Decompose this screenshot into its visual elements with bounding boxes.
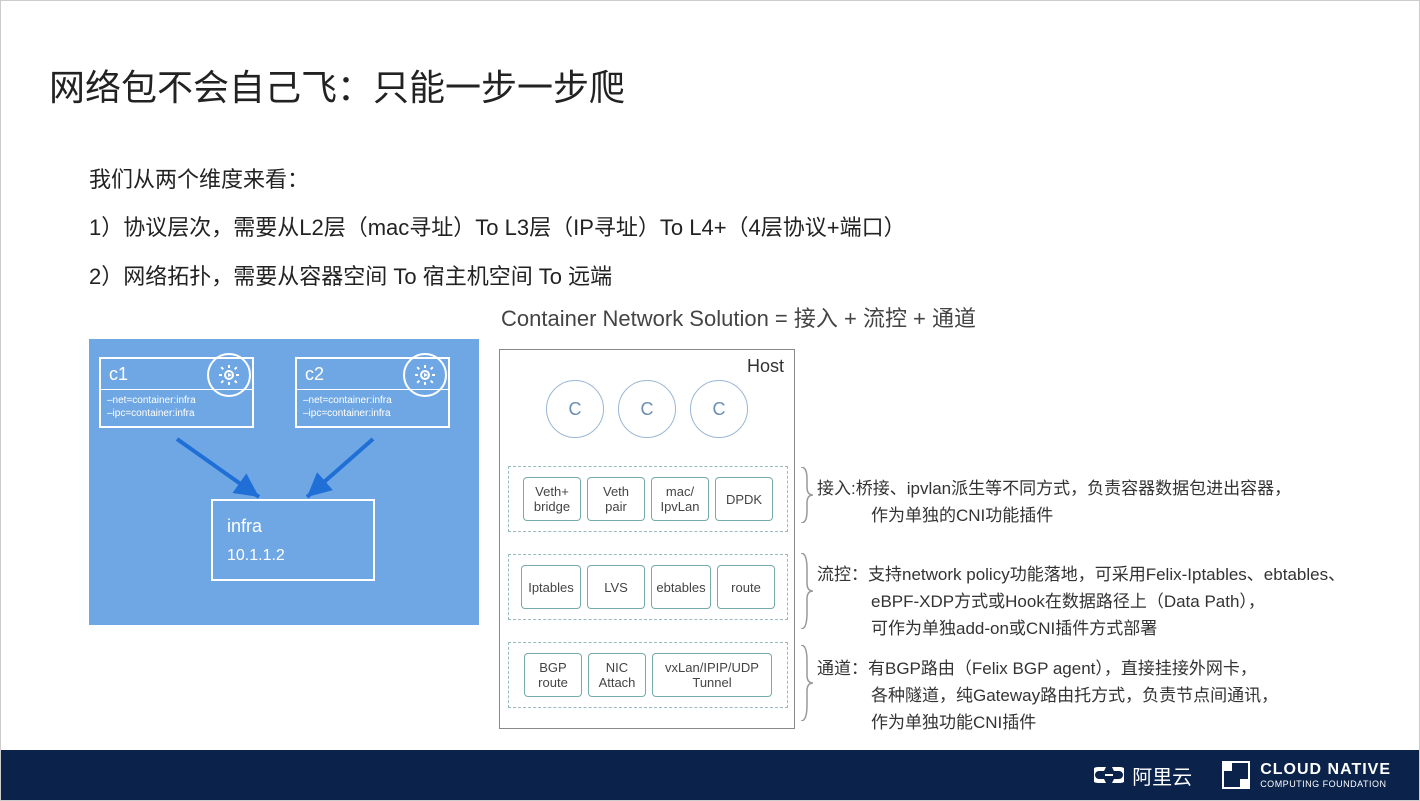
box-veth-pair: Vethpair	[587, 477, 645, 521]
desc-tunnel-l2: 各种隧道，纯Gateway路由托方式，负责节点间通讯，	[817, 682, 1377, 709]
box-mac-ipvlan: mac/IpvLan	[651, 477, 709, 521]
infra-ip: 10.1.1.2	[227, 547, 373, 565]
infra-box: infra 10.1.1.2	[211, 499, 375, 581]
host-diagram: Host C C C Veth+bridge Vethpair mac/IpvL…	[499, 349, 795, 729]
intro-line-0: 我们从两个维度来看：	[89, 156, 906, 204]
infra-label: infra	[227, 516, 373, 537]
desc-access-l2: 作为单独的CNI功能插件	[817, 502, 1377, 529]
box-tunnel: vxLan/IPIP/UDPTunnel	[652, 653, 772, 697]
c1-sub2: –ipc=container:infra	[107, 407, 246, 420]
intro-line-2: 2）网络拓扑，需要从容器空间 To 宿主机空间 To 远端	[89, 253, 906, 301]
brace-icon	[799, 645, 813, 721]
desc-access-l1: 接入:桥接、ipvlan派生等不同方式，负责容器数据包进出容器，	[817, 475, 1377, 502]
aliyun-icon	[1094, 764, 1124, 786]
container-diagram: c1 –net=container:infra –ipc=container:i…	[89, 339, 479, 625]
tunnel-layer: BGProute NICAttach vxLan/IPIP/UDPTunnel	[508, 642, 788, 708]
aliyun-text: 阿里云	[1132, 761, 1192, 790]
c1-label: c1	[109, 364, 128, 385]
gear-icon	[403, 353, 447, 397]
slide: 网络包不会自己飞：只能一步一步爬 我们从两个维度来看： 1）协议层次，需要从L2…	[0, 0, 1420, 801]
cncf-line1: CLOUD NATIVE	[1260, 762, 1391, 778]
box-dpdk: DPDK	[715, 477, 773, 521]
box-nic-attach: NICAttach	[588, 653, 646, 697]
box-iptables: Iptables	[521, 565, 581, 609]
desc-flow: 流控：支持network policy功能落地，可采用Felix-Iptable…	[817, 561, 1377, 643]
slide-title: 网络包不会自己飞：只能一步一步爬	[49, 59, 625, 111]
desc-tunnel-l1: 通道：有BGP路由（Felix BGP agent），直接挂接外网卡，	[817, 655, 1377, 682]
cncf-icon	[1222, 761, 1250, 789]
c2-label: c2	[305, 364, 324, 385]
box-lvs: LVS	[587, 565, 645, 609]
access-layer: Veth+bridge Vethpair mac/IpvLan DPDK	[508, 466, 788, 532]
desc-tunnel: 通道：有BGP路由（Felix BGP agent），直接挂接外网卡， 各种隧道…	[817, 655, 1377, 737]
desc-flow-l1: 流控：支持network policy功能落地，可采用Felix-Iptable…	[817, 561, 1377, 588]
formula-text: Container Network Solution = 接入 + 流控 + 通…	[501, 301, 976, 333]
flow-layer: Iptables LVS ebtables route	[508, 554, 788, 620]
container-circles: C C C	[500, 380, 794, 446]
intro-line-1: 1）协议层次，需要从L2层（mac寻址）To L3层（IP寻址）To L4+（4…	[89, 204, 906, 252]
container-circle: C	[546, 380, 604, 438]
host-label: Host	[747, 356, 784, 377]
desc-tunnel-l3: 作为单独功能CNI插件	[817, 709, 1377, 736]
brace-icon	[799, 553, 813, 629]
c2-sub2: –ipc=container:infra	[303, 407, 442, 420]
aliyun-logo: 阿里云	[1094, 761, 1192, 790]
cncf-text: CLOUD NATIVE COMPUTING FOUNDATION	[1260, 762, 1391, 789]
container-circle: C	[690, 380, 748, 438]
box-bgp-route: BGProute	[524, 653, 582, 697]
box-ebtables: ebtables	[651, 565, 711, 609]
box-route: route	[717, 565, 775, 609]
gear-icon	[207, 353, 251, 397]
desc-flow-l2: eBPF-XDP方式或Hook在数据路径上（Data Path），	[817, 588, 1377, 615]
brace-icon	[799, 467, 813, 523]
box-veth-bridge: Veth+bridge	[523, 477, 581, 521]
cncf-line2: COMPUTING FOUNDATION	[1260, 780, 1391, 789]
footer-bar: 阿里云 CLOUD NATIVE COMPUTING FOUNDATION	[1, 750, 1419, 800]
intro-block: 我们从两个维度来看： 1）协议层次，需要从L2层（mac寻址）To L3层（IP…	[89, 156, 906, 301]
desc-access: 接入:桥接、ipvlan派生等不同方式，负责容器数据包进出容器， 作为单独的CN…	[817, 475, 1377, 529]
cncf-logo: CLOUD NATIVE COMPUTING FOUNDATION	[1222, 761, 1391, 789]
desc-flow-l3: 可作为单独add-on或CNI插件方式部署	[817, 615, 1377, 642]
container-circle: C	[618, 380, 676, 438]
